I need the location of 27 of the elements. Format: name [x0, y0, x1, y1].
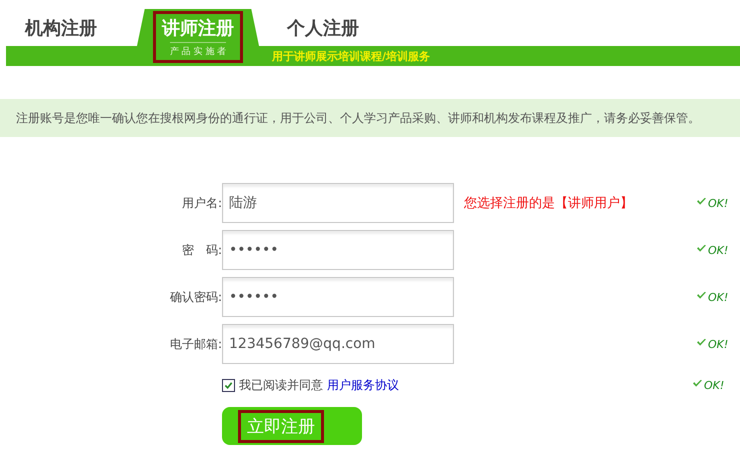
validation-status: OK! [696, 338, 728, 350]
selection-message: 您选择注册的是【讲师用户】 [463, 195, 634, 212]
field-label: 用户名: [180, 194, 222, 212]
notice-text: 注册账号是您唯一确认您在搜根网身份的通行证，用于公司、个人学习产品采购、讲师和机构发布课程及推广，请务必妥善保管。 [16, 110, 700, 126]
tab-caption: 用于讲师展示培训课程/培训服务 [272, 48, 430, 64]
validation-status: OK! [696, 290, 728, 304]
tab[interactable]: 机构注册 [6, 9, 116, 46]
check-icon [696, 196, 707, 206]
check-icon [696, 244, 707, 252]
check-icon [692, 378, 703, 388]
agreement-text: 我已阅读并同意 [239, 376, 323, 394]
tab[interactable]: 个人注册 [263, 9, 383, 46]
check-icon [696, 290, 707, 300]
field-label: 密 码: [180, 242, 222, 258]
agreement-checkbox[interactable] [222, 378, 235, 392]
check-icon [696, 338, 707, 346]
field-label: 电子邮箱: [168, 336, 222, 352]
input-field[interactable]: 陆游 [222, 183, 454, 223]
tab-subtitle: 产 品 实 施 者 [170, 42, 226, 58]
input-field[interactable]: •••••• [222, 230, 454, 270]
validation-status: OK! [692, 378, 724, 392]
validation-status: OK! [696, 196, 728, 210]
agreement-link[interactable]: 用户服务协议 [327, 376, 399, 394]
input-field[interactable]: 123456789@qq.com [222, 324, 454, 364]
input-field[interactable]: •••••• [222, 277, 454, 317]
validation-status: OK! [696, 244, 728, 256]
field-label: 确认密码: [168, 288, 222, 306]
